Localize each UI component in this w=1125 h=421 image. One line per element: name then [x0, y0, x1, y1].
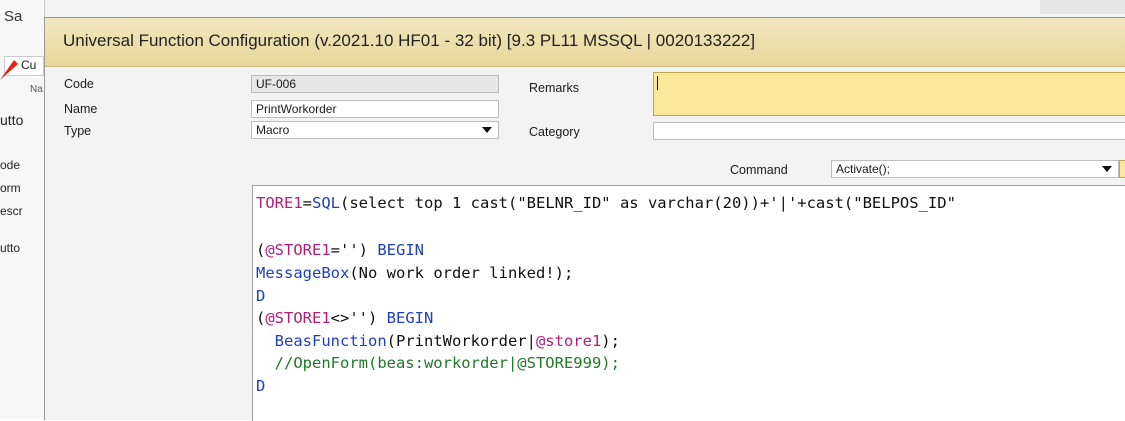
name-field[interactable]: PrintWorkorder	[251, 100, 499, 118]
code-field[interactable]: UF-006	[251, 75, 499, 93]
background-label-utto-2: utto	[0, 241, 21, 255]
code-token: ='')	[330, 241, 378, 259]
code-line[interactable]: D	[256, 377, 265, 395]
type-select[interactable]: Macro	[251, 121, 499, 139]
code-line[interactable]: TORE1=SQL(select top 1 cast("BELNR_ID" a…	[256, 194, 956, 212]
background-label-utto: utto	[0, 112, 24, 128]
remarks-field[interactable]	[653, 72, 1125, 116]
command-action-button[interactable]	[1119, 160, 1125, 178]
code-token: BEGIN	[377, 241, 425, 259]
code-token: (select top 1 cast("BELNR_ID" as varchar…	[340, 194, 956, 212]
code-line[interactable]: D	[256, 287, 265, 305]
command-select[interactable]: Activate();	[831, 160, 1119, 178]
code-token: (	[256, 241, 266, 259]
category-label: Category	[529, 125, 580, 139]
code-token: BEGIN	[386, 309, 434, 327]
code-token: @STORE1	[265, 309, 331, 327]
code-token: =	[302, 194, 313, 212]
command-select-value: Activate();	[836, 162, 891, 176]
chevron-down-icon[interactable]	[482, 127, 492, 133]
dialog-titlebar[interactable]: Universal Function Configuration (v.2021…	[45, 18, 1125, 67]
background-label-escr: escr	[0, 204, 23, 218]
chevron-down-icon[interactable]	[1102, 166, 1112, 172]
background-label-ode: ode	[0, 158, 21, 172]
universal-function-configuration-dialog: Universal Function Configuration (v.2021…	[44, 17, 1125, 421]
name-label: Name	[64, 102, 98, 116]
code-token: D	[256, 287, 266, 305]
background-window-title: Sa	[4, 8, 23, 25]
text-caret	[657, 76, 658, 90]
code-token: <>'')	[330, 309, 387, 327]
code-token: BeasFunction	[256, 332, 387, 350]
code-token: @STORE1	[265, 241, 331, 259]
code-token: (	[256, 309, 266, 327]
code-token: TORE1	[256, 194, 303, 212]
remarks-label: Remarks	[529, 81, 580, 95]
background-label-orm: orm	[0, 181, 21, 195]
code-token: //OpenForm(beas:workorder|@STORE999);	[256, 354, 620, 372]
background-toolbar-fragment	[1040, 0, 1125, 14]
annotation-arrow-icon	[0, 60, 18, 80]
command-label: Command	[730, 163, 788, 177]
code-label: Code	[64, 77, 94, 91]
code-line[interactable]: (@STORE1='') BEGIN	[256, 241, 424, 259]
type-label: Type	[64, 124, 92, 138]
category-field[interactable]	[653, 122, 1125, 140]
code-token: (No work order linked!);	[349, 264, 574, 282]
macro-code-editor[interactable]: TORE1=SQL(select top 1 cast("BELNR_ID" a…	[252, 185, 1125, 421]
code-token: SQL	[312, 194, 341, 212]
code-token: );	[601, 332, 620, 350]
code-token: @store1	[535, 332, 602, 350]
code-line[interactable]: (@STORE1<>'') BEGIN	[256, 309, 433, 327]
code-line[interactable]: BeasFunction(PrintWorkorder|@store1);	[256, 332, 620, 350]
code-token: D	[256, 377, 266, 395]
code-token: (PrintWorkorder|	[386, 332, 536, 350]
dialog-title: Universal Function Configuration (v.2021…	[63, 31, 756, 50]
code-line[interactable]: //OpenForm(beas:workorder|@STORE999);	[256, 354, 620, 372]
code-line[interactable]: MessageBox(No work order linked!);	[256, 264, 573, 282]
type-select-value: Macro	[256, 123, 290, 137]
code-token: MessageBox	[256, 264, 350, 282]
